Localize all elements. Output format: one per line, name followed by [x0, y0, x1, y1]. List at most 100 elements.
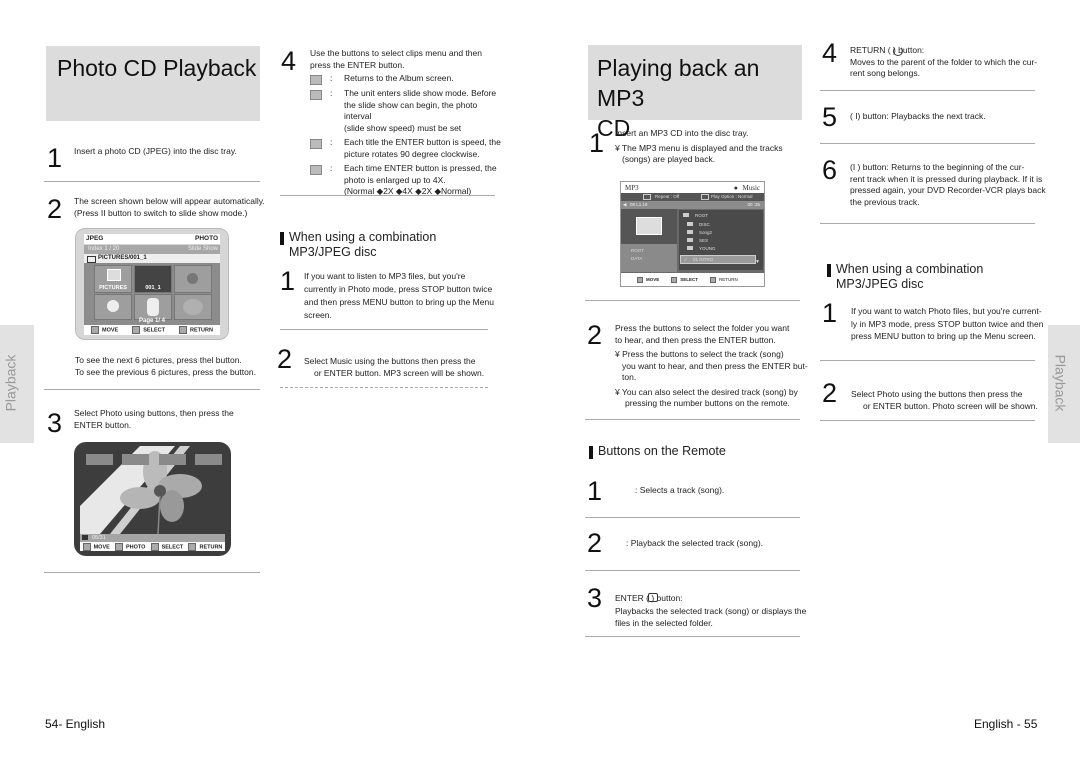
text-line: rent song belongs. [850, 68, 920, 78]
list-item[interactable]: ROOT [683, 213, 708, 218]
step-number: 1 [822, 298, 838, 328]
divider [820, 223, 1035, 224]
text-line: To see the next 6 pictures, press thel b… [75, 355, 242, 365]
text-line: press the ENTER button. [310, 59, 405, 70]
divider [44, 389, 260, 390]
screen-mode-label: PHOTO [195, 235, 218, 242]
text-line: Playbacks the selected track (song) or d… [615, 605, 807, 616]
step-number: 6 [822, 155, 838, 185]
hint-label: RETURN [190, 327, 213, 334]
divider [820, 360, 1035, 361]
music-icon: ● [733, 184, 738, 192]
text-line: (Press II button to switch to slide show… [74, 207, 248, 218]
select-icon [671, 276, 678, 283]
return-hint: RETURN [188, 542, 222, 551]
section-heading: Buttons on the Remote [589, 444, 726, 459]
return-hint: RETURN [710, 276, 738, 283]
track-info: 08 L1.18 [630, 202, 648, 207]
step-number: 3 [587, 583, 603, 613]
text-line: If you want to watch Photo files, but yo… [851, 306, 1042, 316]
move-hint: MOVE [82, 542, 110, 551]
step-text: RETURN ( ) button: Moves to the parent o… [850, 45, 1037, 80]
mp3-logo-panel [621, 209, 677, 244]
scroll-down-icon[interactable]: ▼ [755, 259, 760, 265]
title-line: Playing back an MP3 [597, 55, 760, 111]
step-number: 4 [822, 38, 838, 68]
text-line: (slide show speed) must be set [344, 122, 462, 133]
thumbnail[interactable] [94, 294, 132, 320]
selected-track[interactable]: ✓ 01 INTRO [680, 255, 756, 264]
icon-legend: : Returns to the Album screen. : The uni… [310, 73, 505, 201]
divider [280, 387, 488, 388]
text-line: Insert an MP3 CD into the disc tray. [615, 128, 749, 138]
slideshow-icon[interactable] [122, 454, 150, 465]
screen-mode: Music [742, 184, 761, 192]
index-label: Index 1 / 20 [88, 246, 120, 252]
grid-icon[interactable] [86, 454, 113, 465]
screen-header: JPEG PHOTO [84, 234, 220, 244]
step-number: 2 [822, 378, 838, 408]
colon: : [330, 163, 333, 173]
divider [820, 143, 1035, 144]
screen-footer: MOVE SELECT RETURN [84, 325, 220, 335]
thumbnail[interactable]: 001_1 [134, 265, 172, 293]
colon: : [330, 88, 333, 98]
hint-label: MOVE [646, 276, 660, 282]
folder-name: YOUNG [699, 246, 716, 251]
list-item[interactable]: SES [687, 238, 708, 243]
repeat-icon [643, 194, 651, 200]
thumbnail[interactable] [174, 265, 212, 293]
list-item[interactable]: YOUNG [687, 246, 716, 251]
folder-icon [687, 246, 693, 250]
list-item[interactable]: Song2 [687, 230, 712, 235]
thumbnail[interactable] [134, 294, 172, 320]
hint-label: RETURN [719, 276, 738, 282]
text-line: press MENU button to bring up the Menu s… [851, 331, 1036, 341]
play-option-status: Play Option : Normal [711, 194, 753, 199]
list-item[interactable]: DATA [631, 256, 642, 261]
text-line: or ENTER button. Photo screen will be sh… [863, 400, 1038, 411]
list-item[interactable]: ROOT [631, 248, 644, 253]
step-text: Use the buttons to select clips menu and… [310, 48, 505, 71]
step-number: 2 [47, 194, 63, 224]
icon-legend-item: : Returns to the Album screen. [310, 73, 505, 85]
colon: : [330, 73, 333, 83]
page-title: Photo CD Playback [57, 55, 257, 81]
list-item[interactable]: DISC [687, 222, 710, 227]
page-footer: 54- English [45, 717, 106, 731]
thumbnail-label: PICTURES [99, 285, 127, 291]
thumbnail-label: 001_1 [145, 285, 161, 291]
folder-icon [87, 256, 96, 263]
hint-label: PHOTO [125, 543, 146, 550]
text-line: ly in MP3 mode, press STOP button twice … [851, 318, 1044, 329]
text-line: the slide show can begin, the photo inte… [344, 99, 478, 122]
step-text: The screen shown below will appear autom… [74, 196, 265, 219]
screen-title: MP3 [625, 184, 639, 192]
repeat-status: Repeat : Off [655, 194, 680, 199]
enter-icon [648, 593, 658, 602]
flower-image-icon [107, 300, 119, 312]
play-option-icon [701, 194, 709, 200]
step-text: (I ) button: Returns to the beginning of… [850, 162, 1046, 208]
colon: : [330, 137, 333, 147]
text-line: rent track when it is pressed during pla… [850, 173, 1043, 184]
text-line: To see the previous 6 pictures, press th… [75, 366, 256, 377]
step-text: Insert a photo CD (JPEG) into the disc t… [74, 146, 237, 156]
thumbnail[interactable] [174, 294, 212, 320]
folder-path: PICTURES/001_1 [98, 255, 147, 261]
folder-icon [687, 222, 693, 226]
side-tab-label: Playback [2, 354, 19, 412]
rotate-icon [310, 139, 322, 149]
photo-index-screen: JPEG PHOTO Index 1 / 20 Slide Show PICTU… [75, 228, 229, 340]
icon-description: Returns to the Album screen. [344, 73, 454, 85]
rotate-icon[interactable] [158, 454, 186, 465]
thumbnail[interactable]: PICTURES [94, 265, 132, 293]
photo-icon [114, 542, 123, 551]
select-icon [132, 326, 141, 334]
divider [585, 636, 800, 637]
text-line: (songs) are played back. [622, 154, 716, 164]
elapsed-time: 00 :35 [747, 202, 760, 207]
return-icon [188, 542, 197, 551]
zoom-icon[interactable] [194, 454, 222, 465]
folder-icon [107, 269, 121, 281]
